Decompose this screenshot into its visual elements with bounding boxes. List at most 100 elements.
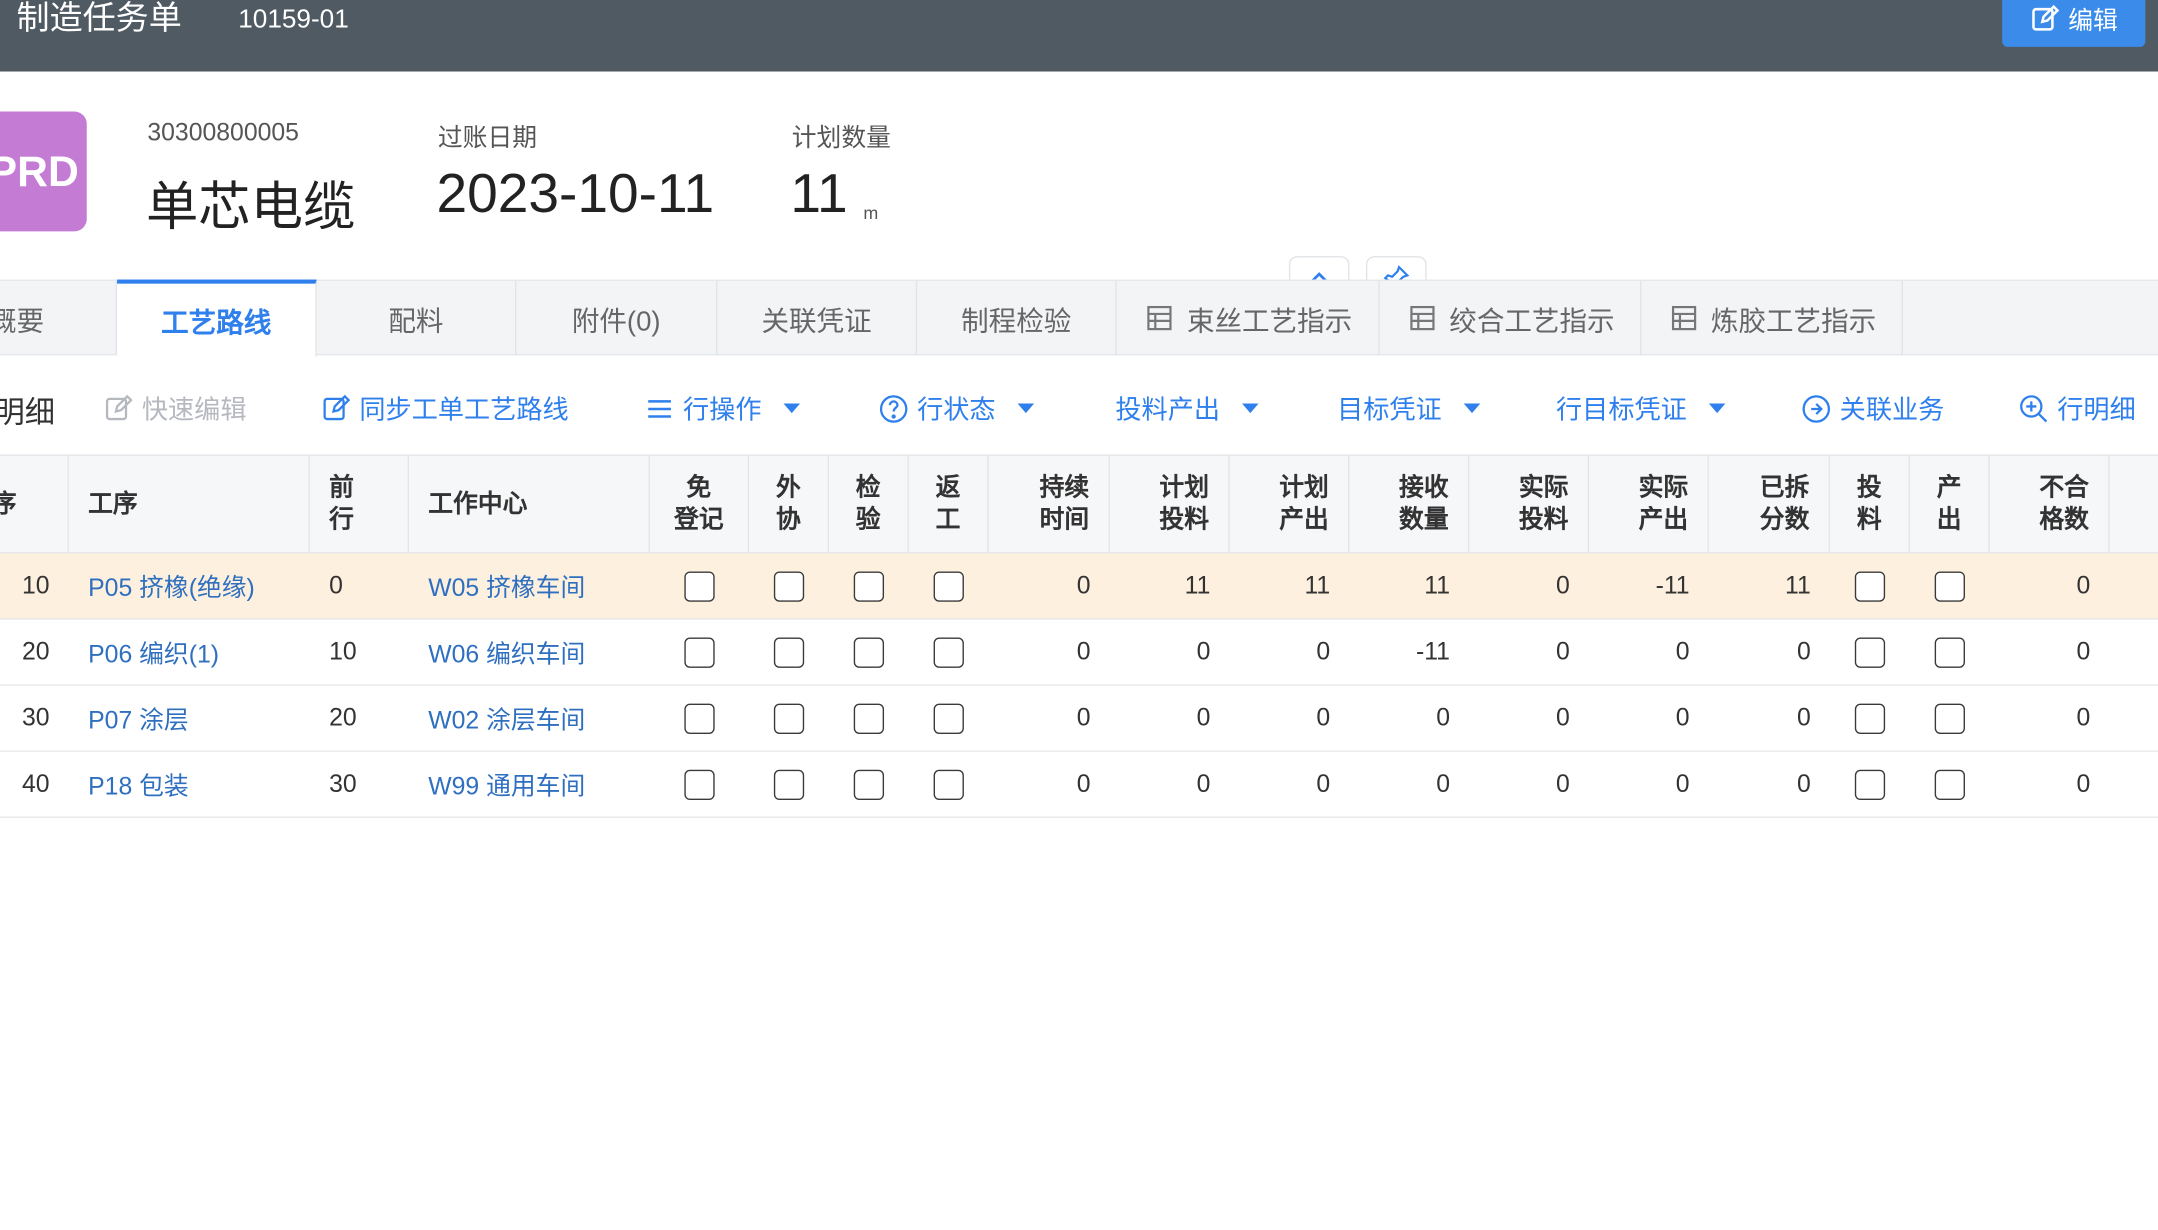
checkbox-no-register[interactable] [684, 636, 715, 668]
cell-actual-output: 0 [1675, 769, 1690, 798]
col-prev[interactable]: 前 行 [310, 455, 409, 553]
document-number: 10159-01 [238, 5, 349, 35]
tab-overview[interactable]: 概要 [0, 280, 118, 356]
col-split-count[interactable]: 已拆 分数 [1709, 455, 1831, 553]
checkbox-inspect[interactable] [853, 702, 885, 734]
list-icon [648, 399, 671, 418]
row-detail-button[interactable]: 行明细 [2019, 390, 2136, 427]
tab-bunching-instructions[interactable]: 束丝工艺指示 [1117, 280, 1380, 356]
checkbox-outsource[interactable] [773, 636, 805, 668]
checkbox-no-register[interactable] [684, 570, 715, 602]
table-row[interactable]: 10 P05 挤橡(绝缘) 0 W05 挤橡车间 0 11 11 11 0 -11 11 0 [0, 553, 2158, 620]
col-seq[interactable]: 序 [0, 455, 69, 553]
tab-rubber-mixing-instructions[interactable]: 炼胶工艺指示 [1641, 280, 1904, 356]
cell-work-center[interactable]: W02 涂层车间 [409, 686, 650, 751]
checkbox-no-register[interactable] [684, 769, 715, 800]
zoom-plus-icon [2020, 394, 2048, 422]
checkbox-outsource[interactable] [773, 702, 805, 734]
edit-button[interactable]: 编辑 [2002, 0, 2146, 47]
checkbox-output[interactable] [1934, 636, 1965, 668]
tab-materials[interactable]: 配料 [317, 280, 517, 356]
tab-attachments[interactable]: 附件(0) [516, 280, 718, 356]
tab-stranding-instructions[interactable]: 绞合工艺指示 [1380, 280, 1642, 356]
col-output[interactable]: 产 出 [1910, 455, 1990, 553]
checkbox-inspect[interactable] [853, 769, 885, 800]
row-target-voucher-dropdown[interactable]: 行目标凭证 [1556, 390, 1726, 427]
related-business-button[interactable]: 关联业务 [1801, 390, 1944, 427]
tab-process-route[interactable]: 工艺路线 [117, 279, 317, 357]
related-business-label: 关联业务 [1839, 396, 1945, 426]
checkbox-no-register[interactable] [684, 702, 715, 734]
col-outsource[interactable]: 外 协 [749, 455, 829, 553]
checkbox-rework[interactable] [933, 636, 964, 668]
cell-work-center[interactable]: W06 编织车间 [409, 620, 650, 685]
checkbox-outsource-cell [749, 752, 829, 817]
tab-label: 配料 [388, 306, 444, 337]
cell-seq: 30 [21, 703, 50, 732]
table-row[interactable]: 40 P18 包装 30 W99 通用车间 0 0 0 0 0 0 0 0 [0, 752, 2158, 818]
checkbox-output[interactable] [1934, 702, 1965, 734]
col-actual-output[interactable]: 实际 产出 [1589, 455, 1709, 553]
col-plan-feed[interactable]: 计划 投料 [1110, 455, 1230, 553]
checkbox-feed[interactable] [1854, 570, 1886, 602]
col-unqualified[interactable]: 不合 格数 [1990, 455, 2110, 553]
cell-actual-feed: 0 [1555, 637, 1570, 666]
checkbox-rework[interactable] [933, 570, 964, 602]
cell-process[interactable]: P07 涂层 [69, 686, 310, 751]
chevron-down-icon [1017, 403, 1035, 414]
arrow-circle-icon [1802, 394, 1831, 423]
checkbox-inspect[interactable] [853, 570, 885, 602]
feed-output-dropdown[interactable]: 投料产出 [1115, 390, 1259, 427]
table-row[interactable]: 30 P07 涂层 20 W02 涂层车间 0 0 0 0 0 0 0 0 [0, 686, 2158, 752]
row-status-label: 行状态 [917, 396, 996, 426]
cell-receive-qty: 11 [1424, 571, 1450, 599]
checkbox-rework[interactable] [933, 702, 964, 734]
cell-process[interactable]: P18 包装 [69, 752, 310, 817]
cell-unqualified: 0 [2076, 637, 2091, 666]
col-duration[interactable]: 持续 时间 [989, 455, 1110, 553]
cell-plan-feed: 0 [1196, 637, 1211, 666]
checkbox-output[interactable] [1934, 570, 1965, 602]
cell-process[interactable]: P06 编织(1) [69, 620, 310, 685]
col-work-center[interactable]: 工作中心 [409, 455, 650, 553]
col-receive-qty[interactable]: 接收 数量 [1349, 455, 1470, 553]
cell-split-count: 11 [1785, 571, 1811, 599]
col-process[interactable]: 工序 [69, 455, 310, 553]
col-inspect[interactable]: 检 验 [829, 455, 909, 553]
cell-duration: 0 [1076, 703, 1091, 732]
table-row[interactable]: 20 P06 编织(1) 10 W06 编织车间 0 0 0 -11 0 0 0 0 [0, 620, 2158, 686]
cell-duration: 0 [1076, 571, 1091, 599]
col-feed[interactable]: 投 料 [1830, 455, 1910, 553]
target-voucher-dropdown[interactable]: 目标凭证 [1337, 390, 1481, 427]
cell-split-count: 0 [1796, 637, 1811, 666]
cell-seq: 40 [21, 769, 50, 798]
quick-edit-button[interactable]: 快速编辑 [103, 390, 247, 427]
cell-work-center[interactable]: W99 通用车间 [409, 752, 650, 817]
checkbox-outsource[interactable] [773, 570, 805, 602]
tab-related-vouchers[interactable]: 关联凭证 [717, 280, 918, 356]
col-rework[interactable]: 返 工 [909, 455, 989, 553]
col-no-register[interactable]: 免 登记 [650, 455, 750, 553]
checkbox-feed[interactable] [1854, 636, 1886, 668]
checkbox-output[interactable] [1934, 769, 1965, 800]
row-ops-dropdown[interactable]: 行操作 [644, 390, 801, 427]
tab-process-inspection[interactable]: 制程检验 [917, 280, 1117, 356]
checkbox-rework[interactable] [933, 769, 964, 800]
product-name: 单芯电缆 [145, 179, 356, 237]
cell-process[interactable]: P05 挤橡(绝缘) [69, 554, 310, 619]
checkbox-feed[interactable] [1854, 702, 1886, 734]
checkbox-outsource[interactable] [773, 769, 805, 800]
checkbox-outsource-cell [749, 620, 829, 685]
row-status-dropdown[interactable]: 行状态 [879, 390, 1035, 427]
feed-output-label: 投料产出 [1115, 396, 1221, 426]
col-plan-output[interactable]: 计划 产出 [1230, 455, 1350, 553]
checkbox-outsource-cell [749, 686, 829, 751]
row-target-voucher-label: 行目标凭证 [1556, 396, 1687, 426]
cell-work-center[interactable]: W05 挤橡车间 [409, 554, 650, 619]
sync-route-button[interactable]: 同步工单工艺路线 [321, 390, 569, 427]
col-actual-feed[interactable]: 实际 投料 [1469, 455, 1590, 553]
checkbox-inspect[interactable] [853, 636, 885, 668]
checkbox-rework-cell [909, 686, 989, 751]
tab-label: 束丝工艺指示 [1186, 306, 1353, 337]
checkbox-feed[interactable] [1854, 769, 1886, 800]
